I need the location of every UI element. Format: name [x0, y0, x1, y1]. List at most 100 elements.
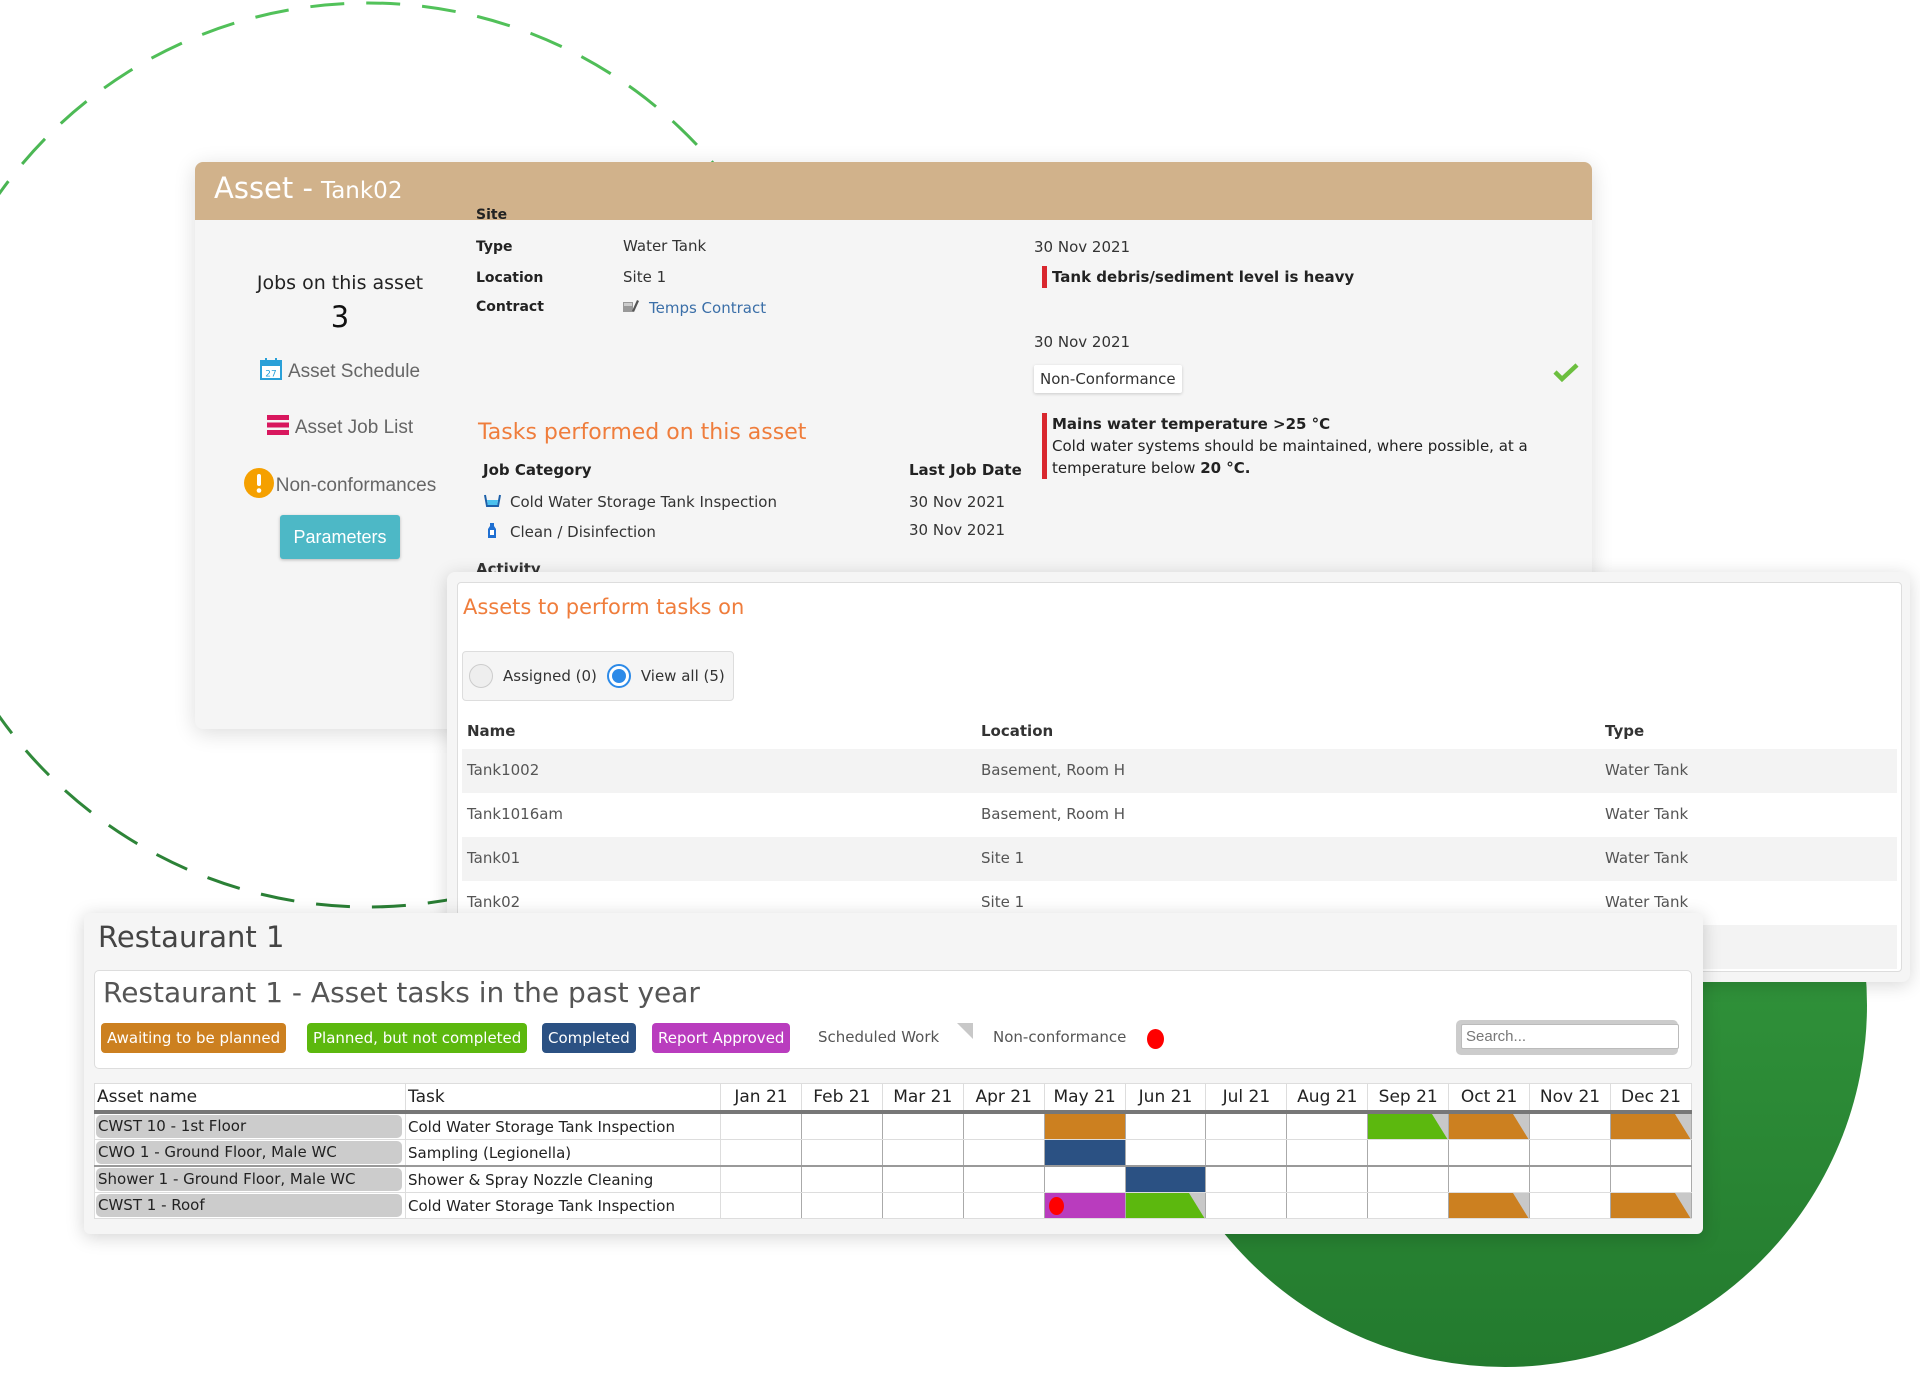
- month-cell: [881, 1111, 964, 1140]
- asset-job-list-link[interactable]: Asset Job List: [195, 414, 485, 442]
- parameters-button[interactable]: Parameters: [280, 515, 400, 559]
- contract-link[interactable]: Temps Contract: [623, 299, 766, 317]
- scheduled-work-corner: [1189, 1193, 1206, 1219]
- month-cell: [1529, 1111, 1611, 1140]
- last-job-date-column-header: Last Job Date: [909, 461, 1022, 479]
- legend-planned: Planned, but not completed: [307, 1023, 528, 1053]
- view-all-radio-label[interactable]: View all (5): [641, 667, 725, 685]
- contract-link-label: Temps Contract: [649, 299, 767, 317]
- month-cell[interactable]: [1448, 1192, 1531, 1219]
- task-status-awaiting[interactable]: [1044, 1114, 1125, 1139]
- month-cell: [1286, 1192, 1369, 1219]
- asset-type: Water Tank: [1605, 805, 1689, 823]
- check-icon: [1553, 362, 1579, 386]
- month-cell: [800, 1165, 883, 1193]
- asset-name-pill[interactable]: CWST 10 - 1st Floor: [96, 1115, 402, 1138]
- restaurant-title: Restaurant 1: [98, 920, 285, 954]
- asset-name: Tank1002: [467, 761, 540, 779]
- table-row[interactable]: Tank01 Site 1 Water Tank: [462, 837, 1897, 881]
- month-column-header: Aug 21: [1286, 1083, 1369, 1114]
- month-column-header: Dec 21: [1609, 1083, 1693, 1114]
- restaurant-subtitle: Restaurant 1 - Asset tasks in the past y…: [103, 976, 700, 1009]
- legend-nonconformance: Non-conformance: [993, 1028, 1127, 1046]
- scheduled-work-corner: [1513, 1193, 1530, 1219]
- asset-name-pill[interactable]: CWST 1 - Roof: [96, 1194, 402, 1217]
- scheduled-work-corner-icon: [957, 1023, 973, 1039]
- asset-name-cell[interactable]: CWST 10 - 1st Floor: [94, 1111, 406, 1140]
- asset-name: Tank1016am: [467, 805, 564, 823]
- month-column-header: Apr 21: [962, 1083, 1045, 1114]
- nonconformance-alert: Tank debris/sediment level is heavy: [1042, 266, 1354, 288]
- spray-bottle-icon: [484, 521, 501, 543]
- restaurant-panel: Restaurant 1 Restaurant 1 - Asset tasks …: [84, 913, 1703, 1234]
- asset-name-column-header[interactable]: Asset name: [94, 1083, 406, 1114]
- asset-name-pill[interactable]: CWO 1 - Ground Floor, Male WC: [96, 1141, 402, 1164]
- contract-document-icon: [623, 299, 639, 317]
- asset-location: Site 1: [981, 893, 1025, 911]
- assets-panel-title: Assets to perform tasks on: [463, 595, 745, 619]
- search-input[interactable]: [1461, 1024, 1679, 1049]
- type-column-header[interactable]: Type: [1605, 722, 1644, 740]
- location-column-header[interactable]: Location: [981, 722, 1053, 740]
- month-cell: [1286, 1165, 1369, 1193]
- task-cell: Shower & Spray Nozzle Cleaning: [405, 1165, 721, 1193]
- month-cell[interactable]: [1043, 1139, 1126, 1167]
- asset-location: Site 1: [981, 849, 1025, 867]
- task-status-completed[interactable]: [1125, 1167, 1206, 1192]
- task-cell: Cold Water Storage Tank Inspection: [405, 1111, 721, 1140]
- task-status-completed[interactable]: [1044, 1140, 1125, 1165]
- month-cell[interactable]: [1043, 1111, 1126, 1140]
- asset-job-list-label: Asset Job List: [294, 417, 414, 438]
- month-cell[interactable]: [1448, 1111, 1531, 1140]
- view-all-radio[interactable]: [606, 664, 631, 688]
- task-row[interactable]: Cold Water Storage Tank Inspection: [484, 493, 777, 511]
- task-row[interactable]: Clean / Disinfection: [484, 521, 656, 543]
- month-cell: [1529, 1139, 1611, 1167]
- month-cell: [720, 1111, 802, 1140]
- month-cell: [1529, 1165, 1611, 1193]
- nonconformance-dot[interactable]: [1048, 1197, 1064, 1215]
- table-row[interactable]: Tank1016am Basement, Room H Water Tank: [462, 793, 1897, 837]
- assigned-radio[interactable]: [469, 664, 493, 688]
- month-cell: [881, 1192, 964, 1219]
- assigned-radio-label[interactable]: Assigned (0): [503, 667, 597, 685]
- legend-report-approved: Report Approved: [652, 1023, 791, 1053]
- asset-name-cell[interactable]: CWST 1 - Roof: [94, 1192, 406, 1219]
- asset-name-cell[interactable]: CWO 1 - Ground Floor, Male WC: [94, 1139, 406, 1167]
- warning-icon: [243, 468, 274, 504]
- assets-filter-radio-group: Assigned (0) View all (5): [462, 651, 734, 701]
- month-cell[interactable]: [1043, 1192, 1126, 1219]
- nonconformance-body: Cold water systems should be maintained,…: [1052, 437, 1528, 477]
- task-column-header[interactable]: Task: [405, 1083, 721, 1114]
- jobs-count[interactable]: 3: [195, 300, 485, 334]
- month-cell: [1205, 1165, 1288, 1193]
- month-cell[interactable]: [1609, 1111, 1693, 1140]
- table-row[interactable]: Tank1002 Basement, Room H Water Tank: [462, 749, 1897, 793]
- month-column-header: Nov 21: [1529, 1083, 1611, 1114]
- non-conformances-link[interactable]: Non-conformances: [195, 468, 485, 504]
- grid-row: CWO 1 - Ground Floor, Male WC Sampling (L…: [94, 1139, 1693, 1167]
- month-cell: [720, 1165, 802, 1193]
- month-cell: [1043, 1165, 1126, 1193]
- name-column-header[interactable]: Name: [467, 722, 515, 740]
- month-cell[interactable]: [1124, 1165, 1207, 1193]
- asset-name-pill[interactable]: Shower 1 - Ground Floor, Male WC: [96, 1168, 402, 1191]
- asset-schedule-label: Asset Schedule: [287, 361, 421, 382]
- month-cell[interactable]: [1124, 1192, 1207, 1219]
- month-cell[interactable]: [1609, 1192, 1693, 1219]
- month-cell: [1609, 1165, 1693, 1193]
- asset-name-cell[interactable]: Shower 1 - Ground Floor, Male WC: [94, 1165, 406, 1193]
- month-cell: [962, 1165, 1045, 1193]
- property-label-contract: Contract: [476, 299, 544, 315]
- asset-title-name: Tank02: [320, 178, 403, 204]
- legend-awaiting: Awaiting to be planned: [101, 1023, 287, 1053]
- property-value-location: Site 1: [623, 268, 667, 286]
- month-cell: [800, 1192, 883, 1219]
- property-value-type: Water Tank: [623, 237, 707, 255]
- asset-schedule-link[interactable]: 27 Asset Schedule: [195, 358, 485, 386]
- asset-location: Basement, Room H: [981, 761, 1126, 779]
- nonconformance-title: Mains water temperature >25 °C: [1052, 415, 1331, 433]
- month-cell: [1205, 1192, 1288, 1219]
- month-cell[interactable]: [1367, 1111, 1450, 1140]
- nonconformance-badge[interactable]: Non-Conformance: [1034, 365, 1182, 393]
